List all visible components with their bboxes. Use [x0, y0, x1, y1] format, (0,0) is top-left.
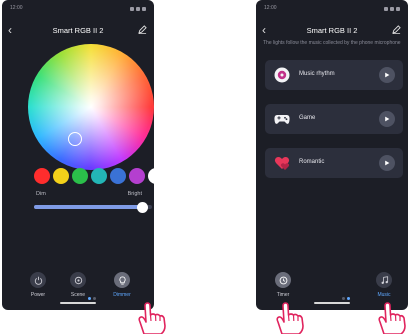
- nav-label-dimmer: Dimmer: [113, 292, 131, 298]
- music-subtitle: The lights follow the music collected by…: [263, 40, 401, 46]
- edit-icon[interactable]: [138, 25, 147, 34]
- home-indicator: [314, 302, 350, 304]
- page-title: Smart RGB II 2: [52, 26, 104, 35]
- status-bar: 12:00: [10, 5, 146, 13]
- color-swatches: [34, 168, 154, 184]
- brightness-slider-thumb[interactable]: [137, 201, 149, 213]
- music-disc-icon: [274, 67, 290, 83]
- mode-label: Romantic: [299, 159, 325, 165]
- color-wheel[interactable]: [28, 44, 154, 170]
- brightness-slider-fill: [34, 205, 143, 209]
- mode-card-romantic[interactable]: Romantic: [265, 148, 403, 178]
- status-time: 12:00: [264, 5, 277, 11]
- scene-icon: [70, 272, 86, 288]
- music-screen: 12:00 ‹ Smart RGB II 2 The lights follow…: [256, 0, 408, 310]
- timer-icon: [275, 272, 291, 288]
- nav-label-music: Music: [377, 292, 391, 298]
- nav-label-timer: Timer: [276, 292, 290, 298]
- header: ‹ Smart RGB II 2: [256, 24, 408, 38]
- play-button[interactable]: [379, 67, 395, 83]
- page-title: Smart RGB II 2: [306, 26, 358, 35]
- tap-hand-icon: [276, 302, 304, 334]
- swatch-yellow[interactable]: [53, 168, 69, 184]
- header: ‹ Smart RGB II 2: [2, 24, 154, 38]
- brightness-slider[interactable]: [34, 201, 152, 213]
- swatch-red[interactable]: [34, 168, 50, 184]
- mode-card-music-rhythm[interactable]: Music rhythm: [265, 60, 403, 90]
- bright-label: Bright: [127, 191, 142, 197]
- nav-item-timer[interactable]: Timer: [263, 272, 303, 298]
- nav-item-dimmer[interactable]: Dimmer: [102, 272, 142, 298]
- music-note-icon: [376, 272, 392, 288]
- bulb-icon: [114, 272, 130, 288]
- tap-hand-icon: [138, 302, 166, 334]
- status-icons: [130, 5, 146, 13]
- play-icon: [385, 160, 390, 166]
- heart-icon: [274, 157, 290, 170]
- home-indicator: [60, 302, 96, 304]
- status-time: 12:00: [10, 5, 23, 11]
- mode-label: Game: [299, 115, 316, 121]
- nav-item-power[interactable]: Power: [18, 272, 58, 298]
- edit-icon[interactable]: [392, 25, 401, 34]
- play-icon: [385, 72, 390, 78]
- swatch-purple[interactable]: [129, 168, 145, 184]
- nav-label-scene: Scene: [70, 292, 86, 298]
- power-icon: [30, 272, 46, 288]
- tap-hand-icon: [378, 302, 406, 334]
- status-bar: 12:00: [264, 5, 400, 13]
- color-picker-handle[interactable]: [68, 132, 82, 146]
- nav-item-scene[interactable]: Scene: [58, 272, 98, 298]
- page-indicator: [88, 297, 96, 300]
- swatch-white[interactable]: [148, 168, 154, 184]
- swatch-teal[interactable]: [91, 168, 107, 184]
- play-icon: [385, 116, 390, 122]
- nav-label-power: Power: [30, 292, 46, 298]
- swatch-green[interactable]: [72, 168, 88, 184]
- mode-card-game[interactable]: Game: [265, 104, 403, 134]
- swatch-blue[interactable]: [110, 168, 126, 184]
- page-indicator: [342, 297, 350, 300]
- dim-label: Dim: [36, 191, 46, 197]
- dimmer-screen: 12:00 ‹ Smart RGB II 2 Dim Bright Power: [2, 0, 154, 310]
- nav-item-music[interactable]: Music: [364, 272, 404, 298]
- gamepad-icon: [274, 115, 290, 124]
- status-icons: [384, 5, 400, 13]
- play-button[interactable]: [379, 111, 395, 127]
- play-button[interactable]: [379, 155, 395, 171]
- mode-label: Music rhythm: [299, 71, 335, 77]
